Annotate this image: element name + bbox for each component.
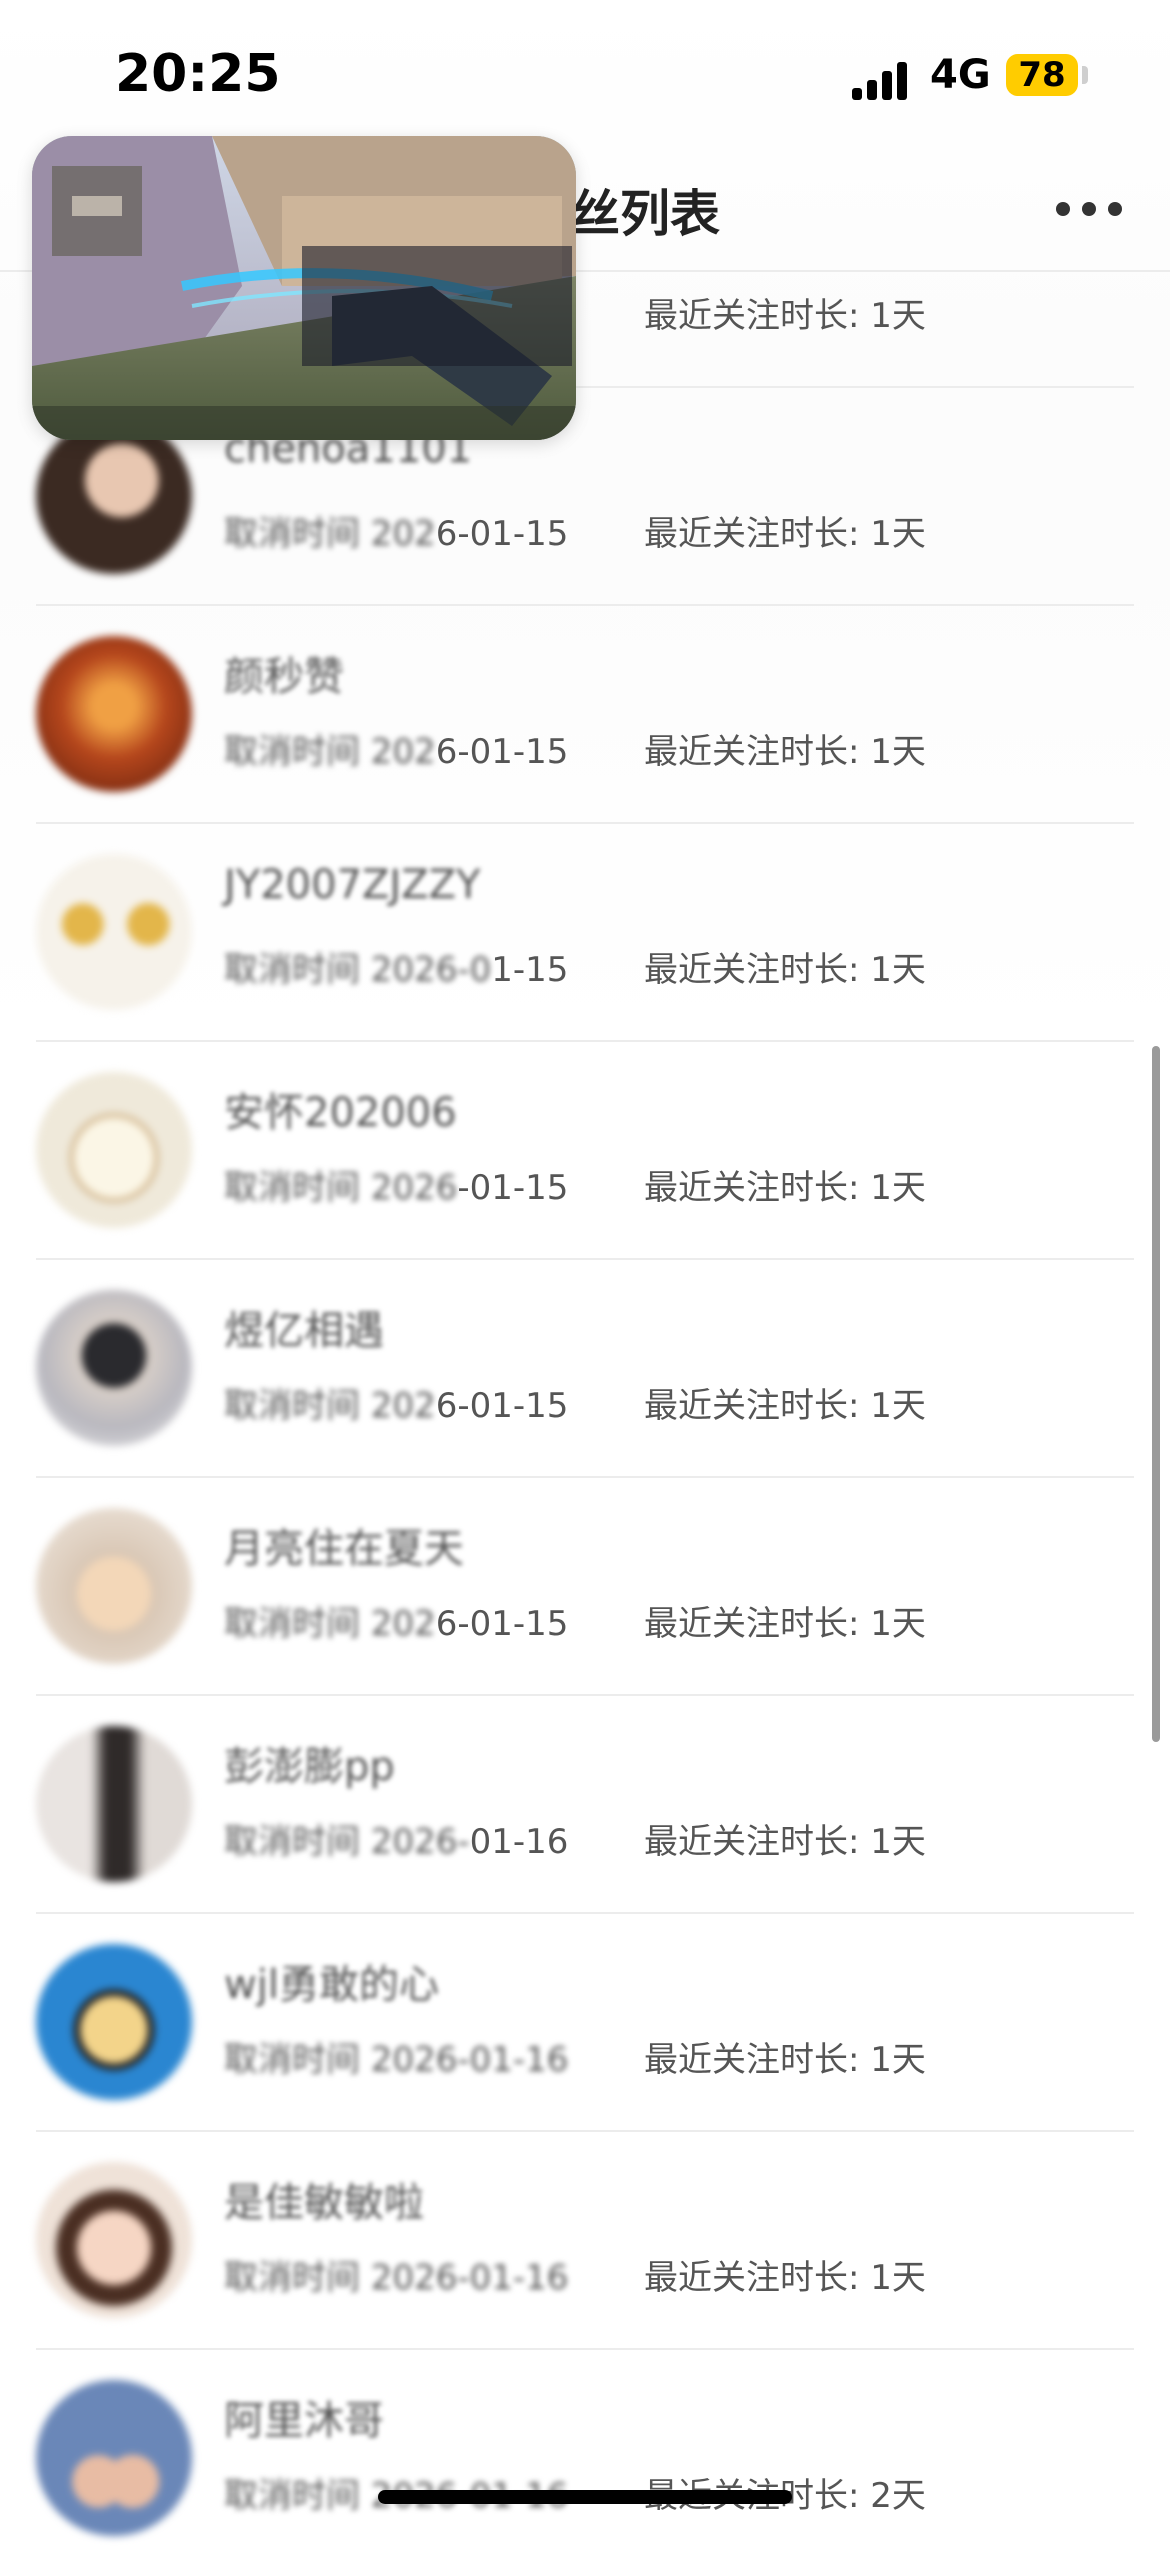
avatar[interactable] bbox=[36, 1072, 192, 1228]
cancel-time: 取消时间 2026-01-16 bbox=[224, 2040, 569, 2080]
avatar[interactable] bbox=[36, 1290, 192, 1446]
user-name: 彭澎膨pp bbox=[224, 1744, 395, 1790]
cancel-time: 取消时间 2026-01-15 bbox=[224, 1604, 569, 1644]
list-item[interactable]: 安怀202006 取消时间 2026-01-15 最近关注时长: 1天 bbox=[0, 1042, 1170, 1260]
avatar[interactable] bbox=[36, 1726, 192, 1882]
user-name: 颜秒赞 bbox=[224, 654, 344, 700]
cancel-time: 取消时间 2026-01-15 bbox=[224, 1168, 569, 1208]
user-name: 是佳敏敏啦 bbox=[224, 2180, 424, 2226]
follow-duration: 最近关注时长: 1天 bbox=[644, 2258, 926, 2298]
user-name: 煜亿相遇 bbox=[224, 1308, 384, 1354]
avatar[interactable] bbox=[36, 636, 192, 792]
list-item[interactable]: JY2007ZJZZY 取消时间 2026-01-15 最近关注时长: 1天 bbox=[0, 824, 1170, 1042]
battery-icon: 78 bbox=[1006, 54, 1078, 96]
follow-duration: 最近关注时长: 1天 bbox=[644, 514, 926, 554]
cancel-time: 取消时间 2026-01-15 bbox=[224, 950, 569, 990]
list-item[interactable]: 是佳敏敏啦 取消时间 2026-01-16 最近关注时长: 1天 bbox=[0, 2132, 1170, 2350]
follow-duration: 最近关注时长: 1天 bbox=[644, 1604, 926, 1644]
list-item[interactable]: wjl勇敢的心 取消时间 2026-01-16 最近关注时长: 1天 bbox=[0, 1914, 1170, 2132]
battery-level: 78 bbox=[1018, 55, 1066, 95]
cancel-time: 取消时间 2026-01-15 bbox=[224, 1386, 569, 1426]
game-video-frame bbox=[32, 136, 576, 440]
signal-icon bbox=[852, 60, 912, 100]
user-name: JY2007ZJZZY bbox=[224, 862, 481, 908]
status-bar: 20:25 4G 78 bbox=[0, 0, 1170, 150]
avatar[interactable] bbox=[36, 2162, 192, 2318]
avatar[interactable] bbox=[36, 1944, 192, 2100]
follow-duration: 最近关注时长: 1天 bbox=[644, 1822, 926, 1862]
user-name: 安怀202006 bbox=[224, 1090, 457, 1136]
more-options-icon[interactable] bbox=[1056, 202, 1126, 218]
follow-duration: 最近关注时长: 1天 bbox=[644, 1168, 926, 1208]
cancel-time: 取消时间 2026-01-15 bbox=[224, 514, 569, 554]
battery-cap bbox=[1082, 66, 1088, 84]
follow-duration: 最近关注时长: 1天 bbox=[644, 1386, 926, 1426]
scrollbar[interactable] bbox=[1152, 1046, 1160, 1742]
list-item[interactable]: 颜秒赞 取消时间 2026-01-15 最近关注时长: 1天 bbox=[0, 606, 1170, 824]
cancel-time: 取消时间 2026-01-15 bbox=[224, 732, 569, 772]
user-name: wjl勇敢的心 bbox=[224, 1962, 439, 2008]
home-indicator[interactable] bbox=[378, 2490, 792, 2504]
user-name: 阿里沐哥 bbox=[224, 2398, 384, 2444]
picture-in-picture-video[interactable] bbox=[32, 136, 576, 440]
avatar[interactable] bbox=[36, 2380, 192, 2536]
list-item[interactable]: 彭澎膨pp 取消时间 2026-01-16 最近关注时长: 1天 bbox=[0, 1696, 1170, 1914]
follow-duration: 最近关注时长: 1天 bbox=[644, 2040, 926, 2080]
cancel-time: 取消时间 2026-01-16 bbox=[224, 2258, 569, 2298]
avatar[interactable] bbox=[36, 854, 192, 1010]
list-item[interactable]: 煜亿相遇 取消时间 2026-01-15 最近关注时长: 1天 bbox=[0, 1260, 1170, 1478]
list-item[interactable]: 阿里沐哥 取消时间 2026-01-16 最近关注时长: 2天 bbox=[0, 2350, 1170, 2568]
follow-duration: 最近关注时长: 1天 bbox=[644, 732, 926, 772]
user-name: 月亮住在夏天 bbox=[224, 1526, 464, 1572]
status-time: 20:25 bbox=[115, 44, 281, 104]
network-type: 4G bbox=[930, 52, 991, 98]
list-item[interactable]: 月亮住在夏天 取消时间 2026-01-15 最近关注时长: 1天 bbox=[0, 1478, 1170, 1696]
avatar[interactable] bbox=[36, 1508, 192, 1664]
cancel-time: 取消时间 2026-01-16 bbox=[224, 1822, 569, 1862]
follow-duration: 最近关注时长: 1天 bbox=[644, 950, 926, 990]
follow-duration: 最近关注时长: 1天 bbox=[644, 296, 926, 336]
avatar[interactable] bbox=[36, 418, 192, 574]
